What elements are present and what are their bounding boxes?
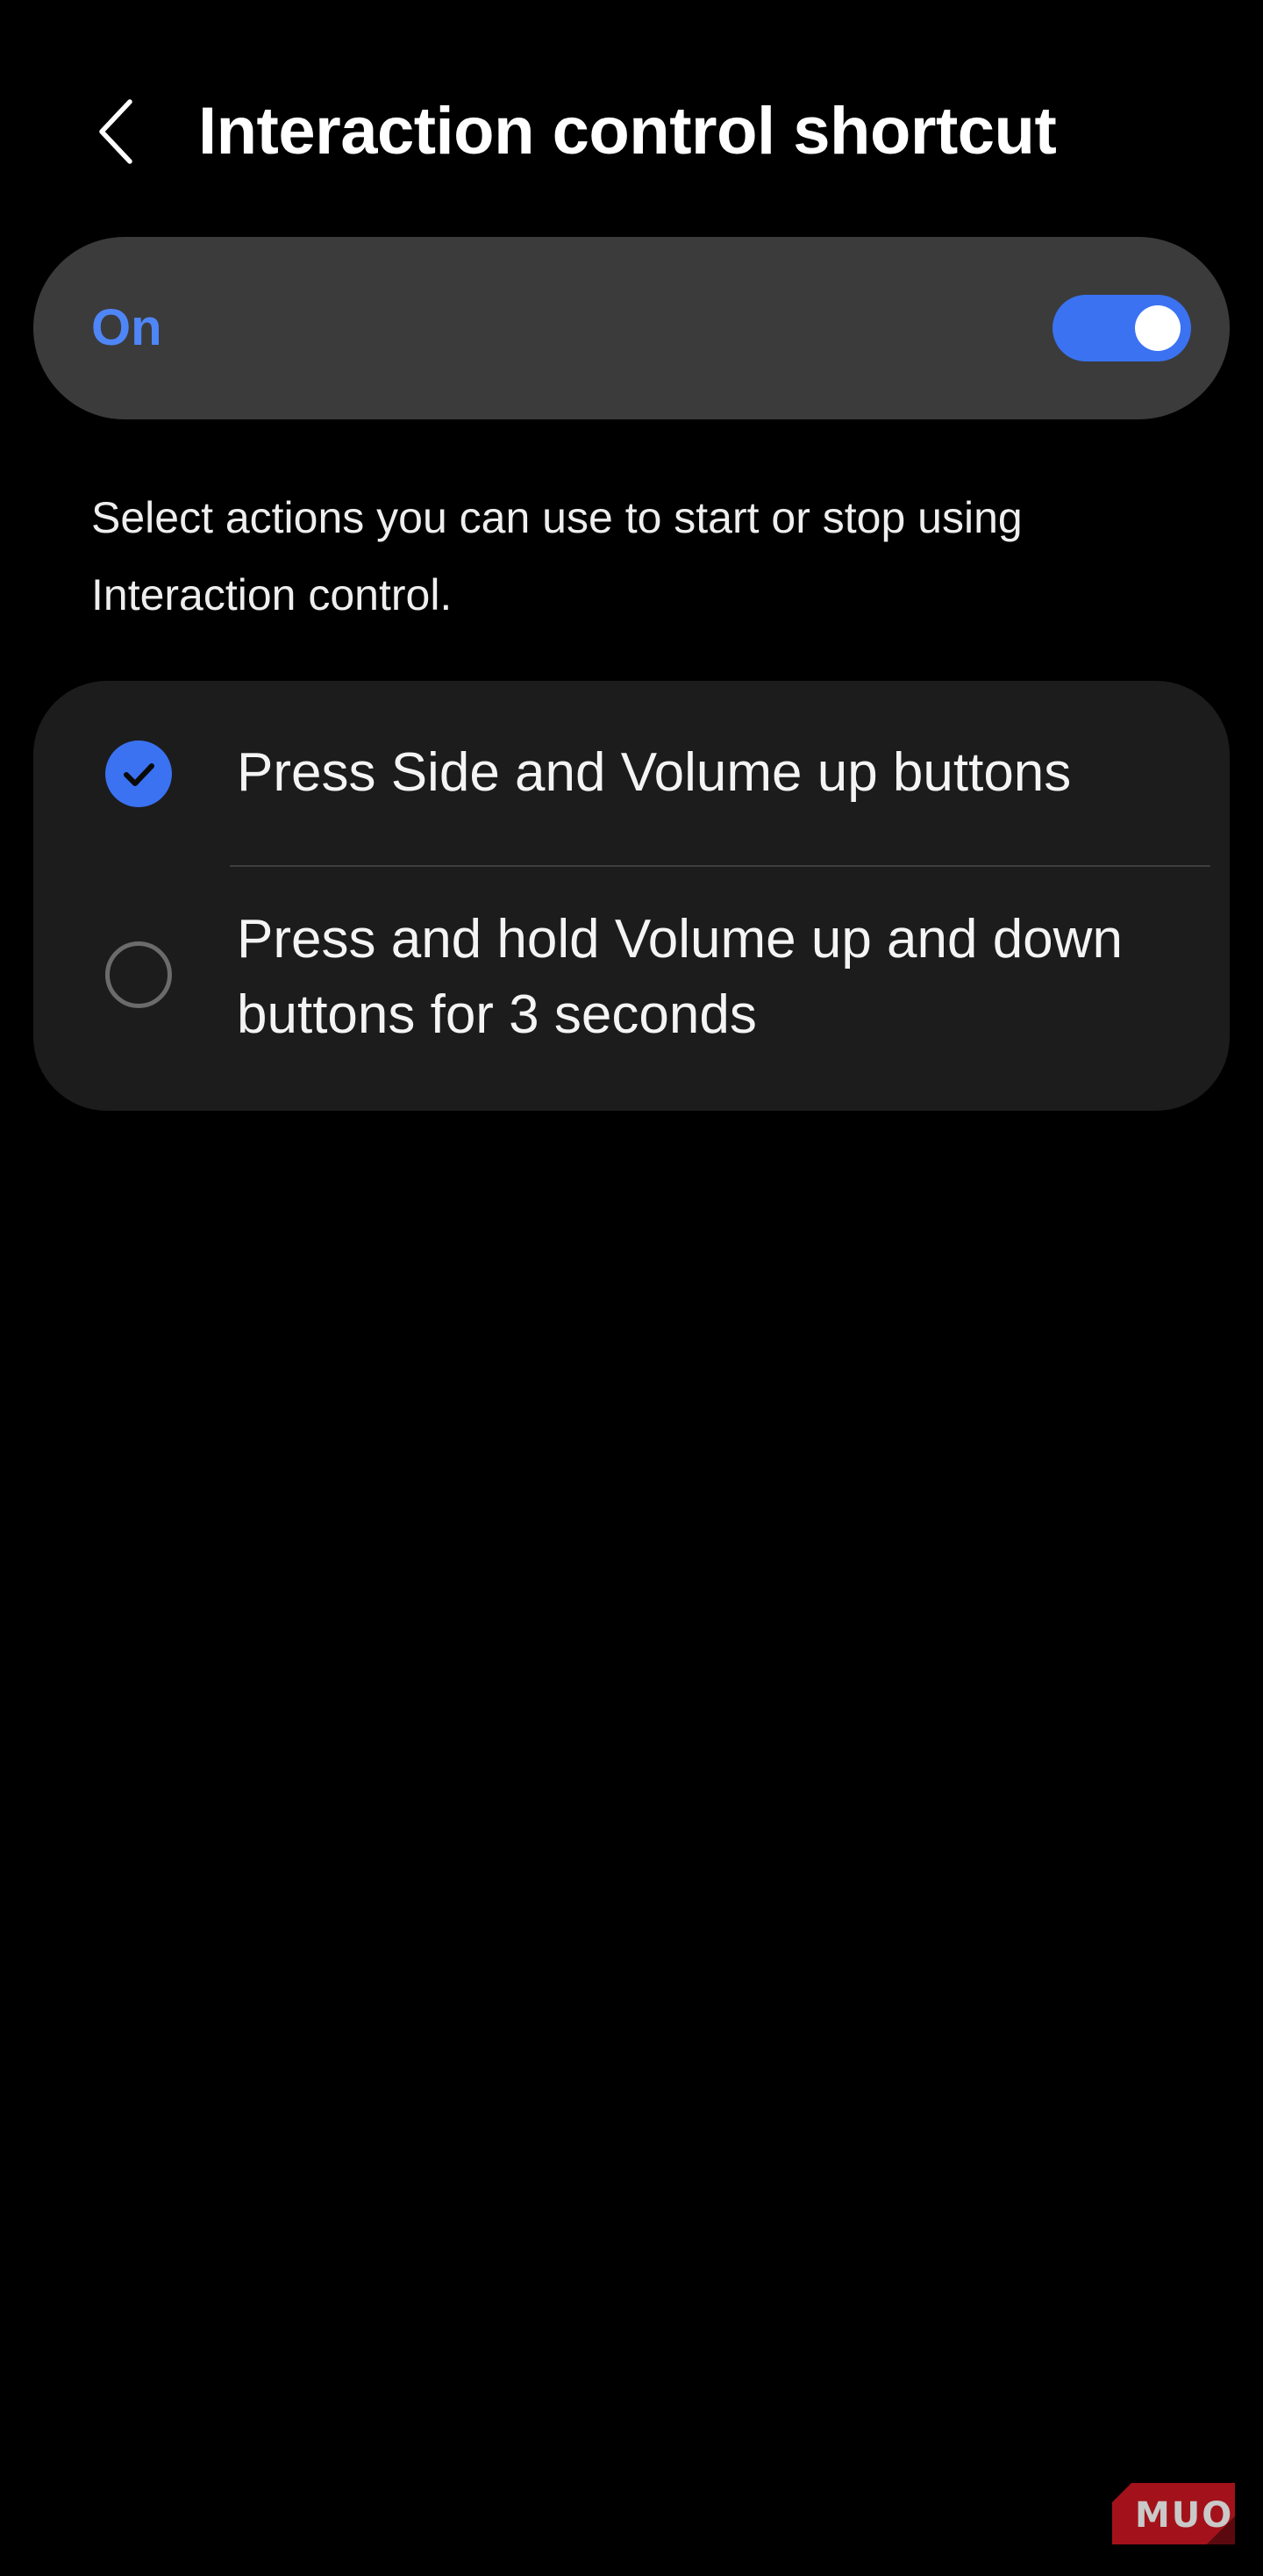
checkmark-icon <box>124 763 154 786</box>
chevron-left-icon <box>99 99 132 164</box>
option-label: Press Side and Volume up buttons <box>237 742 1072 803</box>
back-button[interactable] <box>84 89 147 174</box>
app-header: Interaction control shortcut <box>0 77 1263 186</box>
option-side-volume-up[interactable]: Press Side and Volume up buttons <box>33 681 1230 865</box>
toggle-knob <box>1135 305 1181 351</box>
watermark-text: MUO <box>1135 2495 1234 2536</box>
option-label: Press and hold Volume up and down button… <box>237 909 1123 1045</box>
master-toggle-switch[interactable] <box>1052 295 1191 361</box>
description-text: Select actions you can use to start or s… <box>91 493 1023 619</box>
checkbox-checked-icon[interactable] <box>105 741 172 807</box>
option-hold-volume-up-down[interactable]: Press and hold Volume up and down button… <box>33 867 1230 1111</box>
master-switch-label: On <box>91 299 162 356</box>
page-title: Interaction control shortcut <box>198 94 1057 168</box>
muo-watermark-logo: MUO <box>1112 2483 1235 2544</box>
checkbox-unchecked-icon[interactable] <box>105 941 172 1008</box>
shortcut-options-list: Press Side and Volume up buttons Press a… <box>33 681 1230 1111</box>
master-switch-row[interactable]: On <box>33 237 1230 419</box>
